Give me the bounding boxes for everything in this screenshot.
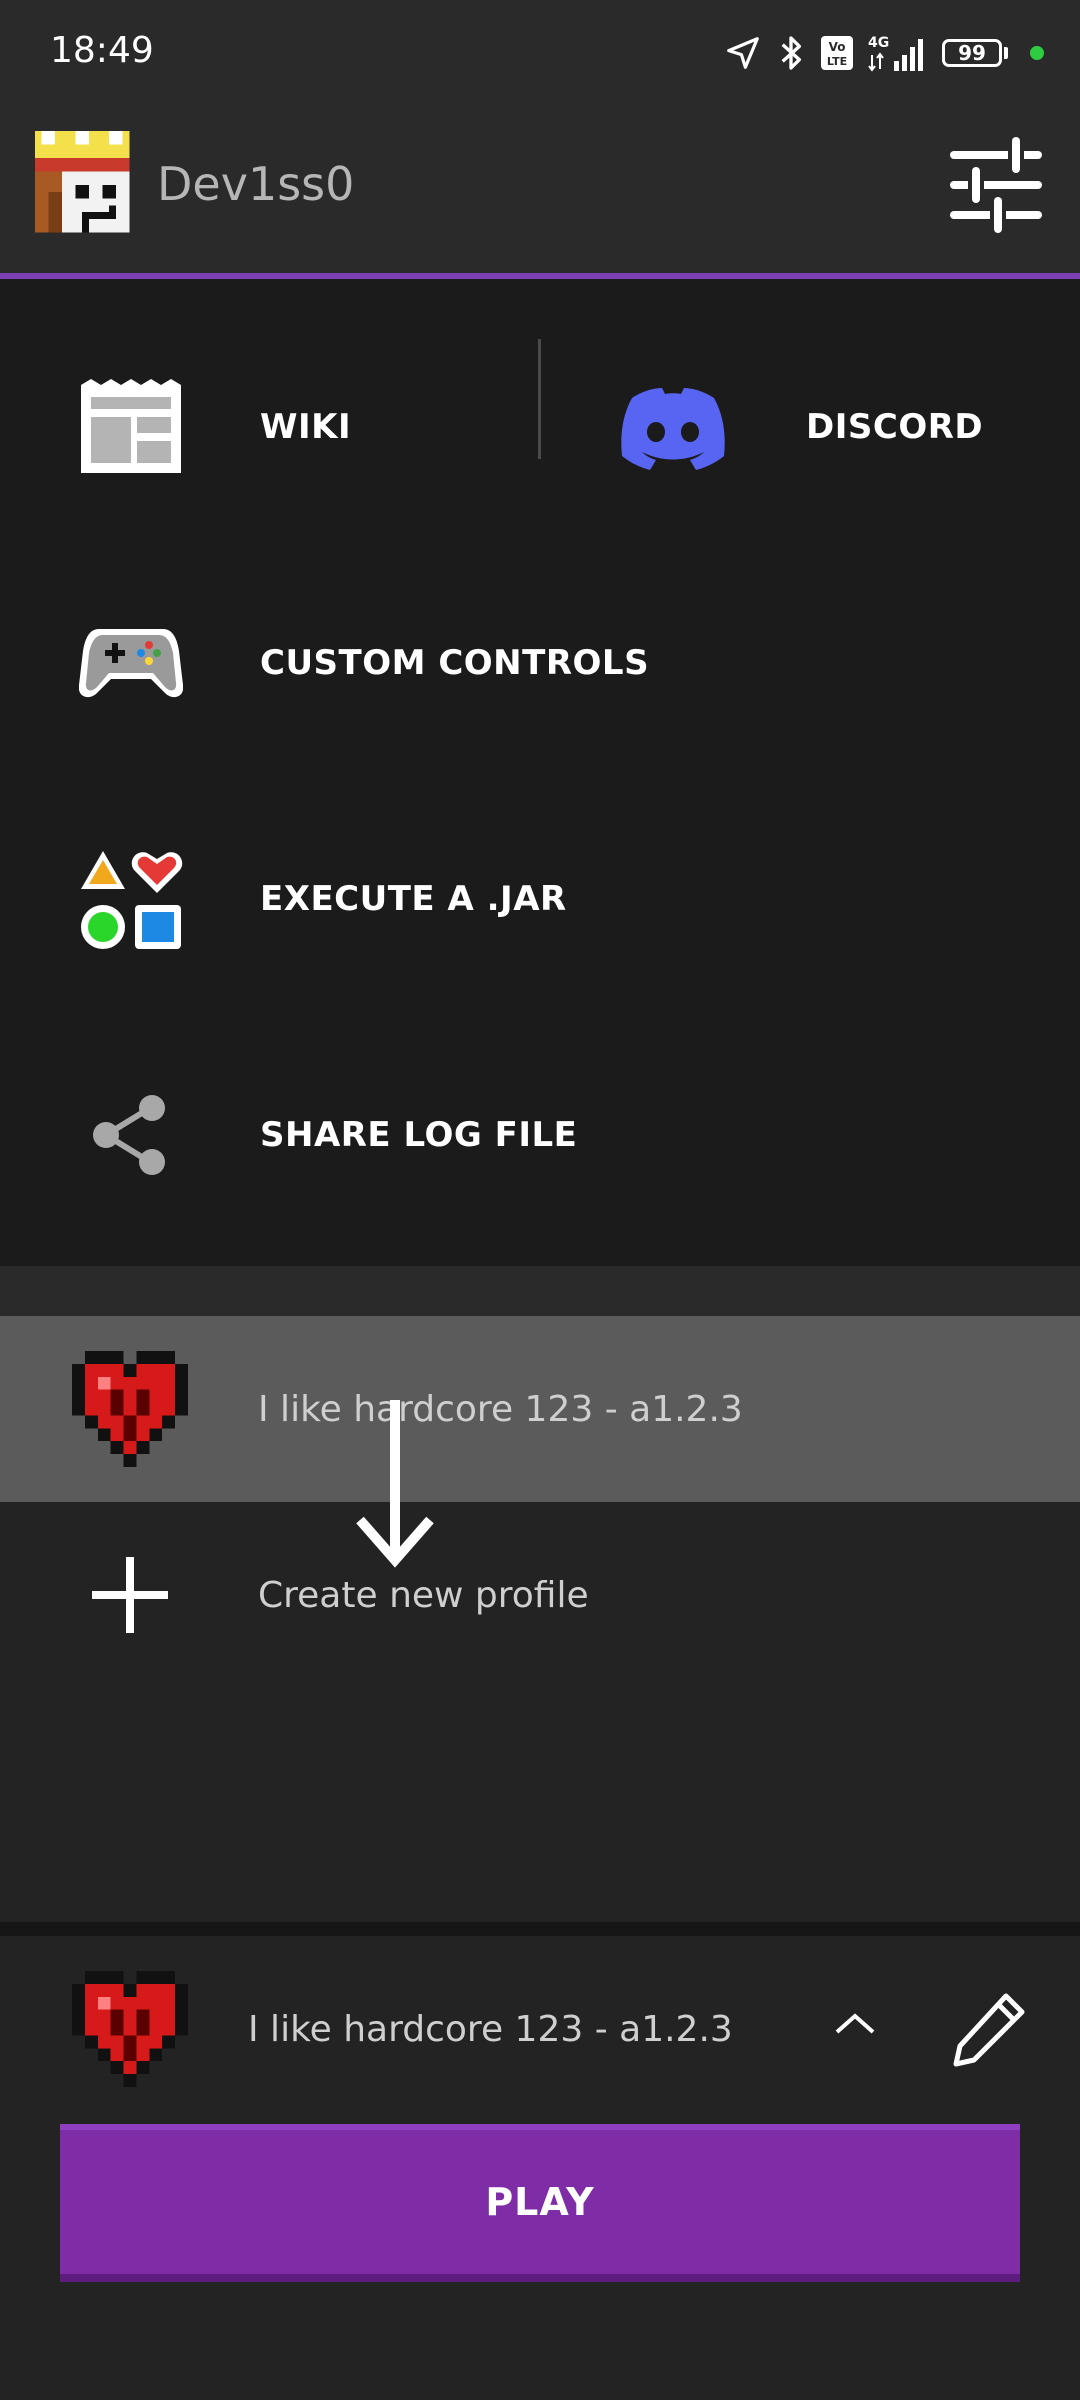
wiki-label: WIKI <box>260 407 352 447</box>
execute-jar-label: EXECUTE A .JAR <box>260 879 567 919</box>
svg-text:4G: 4G <box>868 35 889 51</box>
edit-pencil-icon[interactable] <box>948 1990 1028 2070</box>
share-log-label: SHARE LOG FILE <box>260 1115 578 1155</box>
section-gap <box>0 1266 1080 1316</box>
volte-icon: VoLTE <box>821 36 853 70</box>
gamepad-icon <box>76 608 186 718</box>
discord-label: DISCORD <box>806 407 984 447</box>
location-icon <box>727 37 759 69</box>
selected-profile-name: I like hardcore 123 - a1.2.3 <box>248 2008 733 2050</box>
battery-tip <box>1004 47 1008 59</box>
status-icons: Vo LTE 4G 99 <box>724 28 1044 78</box>
chevron-up-icon[interactable] <box>825 1994 885 2054</box>
launcher-menu: WIKI DISCORD CUSTOM CONTROLS EXECUTE A .… <box>0 279 1080 1266</box>
avatar[interactable] <box>28 131 136 239</box>
battery-indicator: 99 <box>942 39 1008 67</box>
battery-level: 99 <box>942 39 1002 67</box>
menu-divider <box>538 339 541 459</box>
profile-name: I like hardcore 123 - a1.2.3 <box>258 1388 743 1430</box>
wiki-icon <box>76 372 186 482</box>
profile-item[interactable]: I like hardcore 123 - a1.2.3 <box>0 1316 1080 1502</box>
wiki-button[interactable]: WIKI <box>76 337 351 517</box>
status-time: 18:49 <box>50 30 154 71</box>
create-profile-button[interactable]: Create new profile <box>0 1502 1080 1688</box>
selected-profile[interactable]: I like hardcore 123 - a1.2.3 <box>0 1936 1080 2122</box>
username: Dev1ss0 <box>157 157 355 211</box>
discord-button[interactable]: DISCORD <box>618 337 983 517</box>
svg-text:Vo: Vo <box>829 40 846 54</box>
plus-icon <box>70 1535 190 1655</box>
signal-icon: 4G <box>868 35 923 72</box>
profile-list: I like hardcore 123 - a1.2.3 Create new … <box>0 1316 1080 1924</box>
status-bar: 18:49 Vo LTE 4G 99 <box>0 0 1080 105</box>
app-header: Dev1ss0 <box>0 105 1080 273</box>
bottom-separator <box>0 1922 1080 1936</box>
share-icon <box>76 1080 186 1190</box>
execute-jar-button[interactable]: EXECUTE A .JAR <box>76 809 567 989</box>
play-button[interactable]: PLAY <box>60 2124 1020 2282</box>
bluetooth-icon <box>781 36 801 70</box>
swipe-down-arrow-icon <box>356 1400 434 1568</box>
custom-controls-label: CUSTOM CONTROLS <box>260 643 650 683</box>
svg-text:LTE: LTE <box>827 55 847 68</box>
share-log-button[interactable]: SHARE LOG FILE <box>76 1045 577 1225</box>
custom-controls-button[interactable]: CUSTOM CONTROLS <box>76 573 649 753</box>
shapes-icon <box>76 844 186 954</box>
create-profile-label: Create new profile <box>258 1574 589 1616</box>
launch-panel: I like hardcore 123 - a1.2.3 PLAY <box>0 1936 1080 2400</box>
hardcore-heart-icon <box>70 1969 190 2089</box>
privacy-dot <box>1030 46 1044 60</box>
discord-icon <box>618 372 728 482</box>
hardcore-heart-icon <box>70 1349 190 1469</box>
settings-sliders-icon[interactable] <box>946 135 1046 235</box>
